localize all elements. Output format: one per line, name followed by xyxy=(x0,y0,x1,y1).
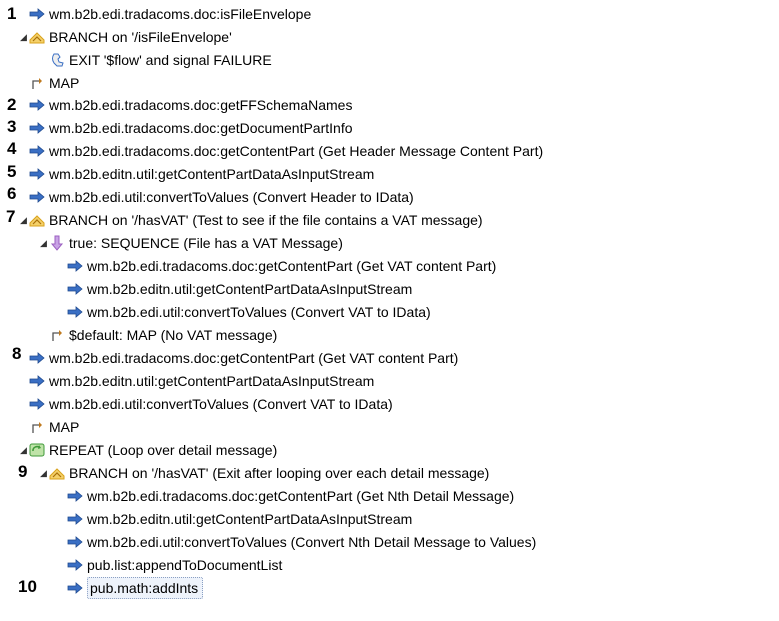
flow-step-16[interactable]: wm.b2b.edi.tradacoms.doc:getContentPart … xyxy=(18,348,458,368)
invoke-icon xyxy=(29,97,45,113)
flow-step-20[interactable]: ◢ REPEAT (Loop over detail message) xyxy=(18,440,277,460)
flow-step-21[interactable]: ◢ BRANCH on '/hasVAT' (Exit after looping… xyxy=(38,463,489,483)
flow-step-label: wm.b2b.edi.tradacoms.doc:getContentPart … xyxy=(87,488,515,504)
flow-step-17[interactable]: wm.b2b.editn.util:getContentPartDataAsIn… xyxy=(18,371,374,391)
map-icon xyxy=(29,419,45,435)
flow-step-15[interactable]: $default: MAP (No VAT message) xyxy=(38,325,277,345)
flow-step-label: MAP xyxy=(49,75,80,91)
flow-step-label: wm.b2b.editn.util:getContentPartDataAsIn… xyxy=(49,373,375,389)
invoke-icon xyxy=(67,304,83,320)
invoke-icon xyxy=(29,396,45,412)
step-annotation-number: 6 xyxy=(7,184,17,203)
branch-icon xyxy=(29,29,45,45)
flow-step-22[interactable]: wm.b2b.edi.tradacoms.doc:getContentPart … xyxy=(56,486,514,506)
invoke-icon xyxy=(67,258,83,274)
flow-step-label: REPEAT (Loop over detail message) xyxy=(49,442,278,458)
flow-step-7[interactable]: wm.b2b.edi.tradacoms.doc:getContentPart … xyxy=(18,141,543,161)
step-annotation-number: 5 xyxy=(7,162,17,181)
flow-step-3[interactable]: EXIT '$flow' and signal FAILURE xyxy=(38,50,272,70)
flow-step-label: wm.b2b.edi.tradacoms.doc:getContentPart … xyxy=(49,143,544,159)
flow-step-label: wm.b2b.edi.util:convertToValues (Convert… xyxy=(87,304,431,320)
flow-step-23[interactable]: wm.b2b.editn.util:getContentPartDataAsIn… xyxy=(56,509,412,529)
flow-step-24[interactable]: wm.b2b.edi.util:convertToValues (Convert… xyxy=(56,532,536,552)
flow-step-label: wm.b2b.edi.tradacoms.doc:isFileEnvelope xyxy=(49,6,312,22)
exit-icon xyxy=(49,52,65,68)
flow-step-label: $default: MAP (No VAT message) xyxy=(69,327,278,343)
flow-step-label: true: SEQUENCE (File has a VAT Message) xyxy=(69,235,343,251)
expand-toggle-icon[interactable]: ◢ xyxy=(18,27,29,47)
invoke-icon xyxy=(29,6,45,22)
step-annotation-number: 10 xyxy=(18,577,37,596)
invoke-icon xyxy=(67,580,83,596)
step-annotation-number: 2 xyxy=(7,95,17,114)
map-icon xyxy=(29,75,45,91)
flow-step-9[interactable]: wm.b2b.edi.util:convertToValues (Convert… xyxy=(18,187,414,207)
flow-step-4[interactable]: MAP xyxy=(18,73,79,93)
flow-step-label: wm.b2b.editn.util:getContentPartDataAsIn… xyxy=(87,511,413,527)
flow-step-label: MAP xyxy=(49,419,80,435)
flow-step-13[interactable]: wm.b2b.editn.util:getContentPartDataAsIn… xyxy=(56,279,412,299)
flow-step-label: wm.b2b.editn.util:getContentPartDataAsIn… xyxy=(49,166,375,182)
sequence-icon xyxy=(49,235,65,251)
flow-step-label: wm.b2b.edi.tradacoms.doc:getDocumentPart… xyxy=(49,120,353,136)
flow-step-14[interactable]: wm.b2b.edi.util:convertToValues (Convert… xyxy=(56,302,431,322)
invoke-icon xyxy=(67,511,83,527)
step-annotation-number: 4 xyxy=(7,139,17,158)
branch-icon xyxy=(49,465,65,481)
invoke-icon xyxy=(29,350,45,366)
step-annotation-number: 7 xyxy=(6,207,16,226)
flow-step-label: wm.b2b.edi.tradacoms.doc:getFFSchemaName… xyxy=(49,97,353,113)
expand-toggle-icon[interactable]: ◢ xyxy=(38,233,49,253)
invoke-icon xyxy=(67,488,83,504)
step-annotation-number: 1 xyxy=(7,4,17,23)
flow-step-label: BRANCH on '/isFileEnvelope' xyxy=(49,29,232,45)
flow-step-label: wm.b2b.editn.util:getContentPartDataAsIn… xyxy=(87,281,413,297)
expand-toggle-icon[interactable]: ◢ xyxy=(18,210,29,230)
flow-step-label: wm.b2b.edi.util:convertToValues (Convert… xyxy=(87,534,537,550)
flow-step-6[interactable]: wm.b2b.edi.tradacoms.doc:getDocumentPart… xyxy=(18,118,353,138)
flow-step-label: wm.b2b.edi.tradacoms.doc:getContentPart … xyxy=(87,258,497,274)
flow-step-label: EXIT '$flow' and signal FAILURE xyxy=(69,52,272,68)
flow-step-2[interactable]: ◢ BRANCH on '/isFileEnvelope' xyxy=(18,27,232,47)
flow-step-1[interactable]: wm.b2b.edi.tradacoms.doc:isFileEnvelope xyxy=(18,4,311,24)
map-icon xyxy=(49,327,65,343)
flow-step-8[interactable]: wm.b2b.editn.util:getContentPartDataAsIn… xyxy=(18,164,374,184)
invoke-icon xyxy=(29,166,45,182)
flow-step-label: BRANCH on '/hasVAT' (Exit after looping … xyxy=(69,465,490,481)
flow-step-label: pub.list:appendToDocumentList xyxy=(87,557,283,573)
repeat-icon xyxy=(29,442,45,458)
flow-step-10[interactable]: ◢ BRANCH on '/hasVAT' (Test to see if the… xyxy=(18,210,483,230)
step-annotation-number: 9 xyxy=(18,462,28,481)
flow-step-label: BRANCH on '/hasVAT' (Test to see if the … xyxy=(49,212,483,228)
expand-toggle-icon[interactable]: ◢ xyxy=(18,440,29,460)
flow-step-11[interactable]: ◢ true: SEQUENCE (File has a VAT Message) xyxy=(38,233,343,253)
flow-step-18[interactable]: wm.b2b.edi.util:convertToValues (Convert… xyxy=(18,394,393,414)
flow-step-25[interactable]: pub.list:appendToDocumentList xyxy=(56,555,282,575)
invoke-icon xyxy=(29,189,45,205)
flow-step-label: wm.b2b.edi.tradacoms.doc:getContentPart … xyxy=(49,350,459,366)
invoke-icon xyxy=(29,373,45,389)
flow-step-label: wm.b2b.edi.util:convertToValues (Convert… xyxy=(49,189,414,205)
invoke-icon xyxy=(67,534,83,550)
flow-step-26[interactable]: pub.math:addInts xyxy=(56,577,204,599)
invoke-icon xyxy=(67,557,83,573)
branch-icon xyxy=(29,212,45,228)
expand-toggle-icon[interactable]: ◢ xyxy=(38,463,49,483)
flow-step-label: pub.math:addInts xyxy=(87,577,204,599)
flow-step-12[interactable]: wm.b2b.edi.tradacoms.doc:getContentPart … xyxy=(56,256,496,276)
flow-step-label: wm.b2b.edi.util:convertToValues (Convert… xyxy=(49,396,393,412)
step-annotation-number: 3 xyxy=(7,117,17,136)
invoke-icon xyxy=(29,120,45,136)
flow-step-5[interactable]: wm.b2b.edi.tradacoms.doc:getFFSchemaName… xyxy=(18,95,352,115)
invoke-icon xyxy=(29,143,45,159)
step-annotation-number: 8 xyxy=(12,344,22,363)
invoke-icon xyxy=(67,281,83,297)
flow-step-19[interactable]: MAP xyxy=(18,417,79,437)
